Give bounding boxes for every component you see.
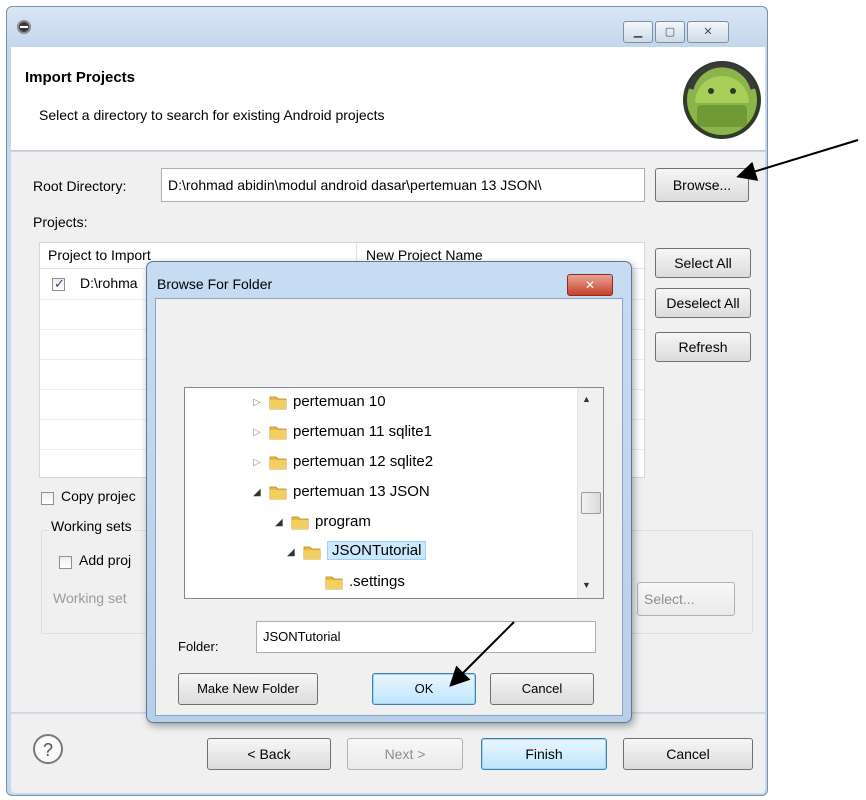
- arrow-to-browse-icon: [736, 139, 859, 181]
- arrow-to-ok-icon: [449, 621, 515, 687]
- annotation-arrows: [449, 139, 859, 687]
